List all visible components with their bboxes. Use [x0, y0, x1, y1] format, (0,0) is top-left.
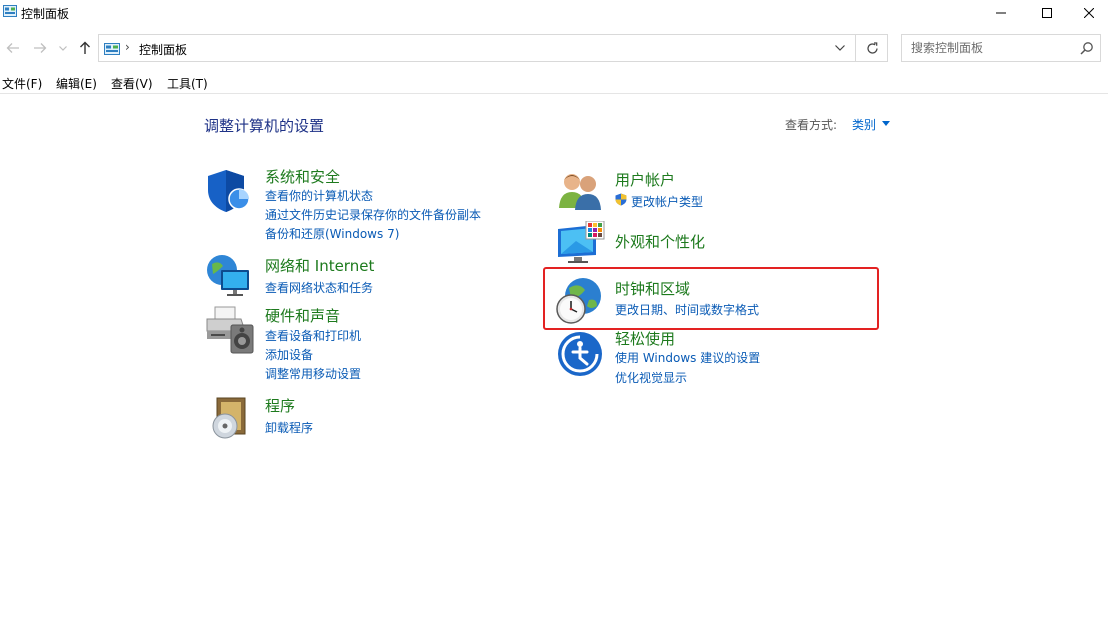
- shield-icon[interactable]: [206, 168, 252, 214]
- address-dropdown-button[interactable]: [829, 36, 851, 60]
- highlight-box: [543, 267, 879, 330]
- menu-edit[interactable]: 编辑(E): [56, 75, 97, 92]
- navigation-bar: › 控制面板: [0, 30, 1108, 66]
- link-optimize-visual-display[interactable]: 优化视觉显示: [615, 369, 687, 386]
- maximize-button[interactable]: [1024, 0, 1070, 26]
- arrow-up-icon: [80, 41, 90, 54]
- category-system-security[interactable]: 系统和安全: [265, 166, 340, 187]
- forward-button[interactable]: [30, 38, 50, 58]
- link-view-computer-status[interactable]: 查看你的计算机状态: [265, 187, 373, 204]
- close-button[interactable]: [1070, 0, 1108, 26]
- category-network-internet[interactable]: 网络和 Internet: [265, 255, 374, 276]
- divider: [855, 35, 856, 61]
- link-backup-restore[interactable]: 备份和还原(Windows 7): [265, 225, 399, 242]
- view-by-dropdown[interactable]: 类别: [852, 116, 876, 133]
- refresh-icon: [866, 41, 878, 54]
- uac-shield-icon: [615, 193, 627, 206]
- network-globe-icon[interactable]: [205, 252, 253, 298]
- control-panel-icon: [104, 43, 120, 55]
- minimize-button[interactable]: [978, 0, 1024, 26]
- page-title: 调整计算机的设置: [204, 117, 325, 135]
- link-file-history-backup[interactable]: 通过文件历史记录保存你的文件备份副本: [265, 206, 481, 223]
- search-icon[interactable]: [1080, 41, 1094, 55]
- monitor-palette-icon[interactable]: [556, 221, 606, 265]
- category-programs[interactable]: 程序: [265, 395, 295, 416]
- link-uninstall-program[interactable]: 卸载程序: [265, 419, 313, 436]
- category-ease-of-access[interactable]: 轻松使用: [615, 328, 675, 349]
- menu-tools[interactable]: 工具(T): [167, 75, 208, 92]
- printer-speaker-icon[interactable]: [205, 305, 255, 355]
- link-change-account-type[interactable]: 更改帐户类型: [631, 193, 703, 210]
- minimize-icon: [996, 12, 1006, 14]
- link-add-device[interactable]: 添加设备: [265, 346, 313, 363]
- category-user-accounts[interactable]: 用户帐户: [615, 169, 675, 190]
- chevron-down-icon: [835, 45, 845, 51]
- window-title: 控制面板: [21, 7, 70, 21]
- breadcrumb-separator-icon[interactable]: ›: [125, 40, 130, 54]
- refresh-button[interactable]: [859, 36, 885, 60]
- users-icon[interactable]: [558, 170, 604, 212]
- menu-file[interactable]: 文件(F): [2, 75, 42, 92]
- menu-view[interactable]: 查看(V): [111, 75, 153, 92]
- programs-disc-icon[interactable]: [211, 396, 249, 440]
- arrow-right-icon: [34, 43, 47, 53]
- view-by-label: 查看方式:: [785, 118, 838, 132]
- maximize-icon: [1042, 8, 1052, 18]
- search-box[interactable]: [901, 34, 1101, 62]
- up-button[interactable]: [75, 38, 95, 58]
- category-appearance-personalization[interactable]: 外观和个性化: [615, 231, 705, 252]
- dropdown-arrow-icon[interactable]: [882, 121, 890, 126]
- link-mobility-settings[interactable]: 调整常用移动设置: [265, 365, 361, 382]
- control-panel-icon: [3, 5, 17, 17]
- search-input[interactable]: [903, 36, 1073, 60]
- link-devices-printers[interactable]: 查看设备和打印机: [265, 327, 361, 344]
- link-network-status[interactable]: 查看网络状态和任务: [265, 279, 373, 296]
- back-button[interactable]: [3, 38, 23, 58]
- arrow-left-icon: [6, 43, 19, 53]
- chevron-down-icon: [59, 45, 67, 51]
- menu-bar: 文件(F) 编辑(E) 查看(V) 工具(T): [0, 72, 1108, 94]
- recent-locations-button[interactable]: [56, 38, 70, 58]
- close-icon: [1084, 8, 1094, 18]
- category-hardware-sound[interactable]: 硬件和声音: [265, 305, 340, 326]
- accessibility-icon[interactable]: [556, 330, 604, 378]
- link-windows-recommended-settings[interactable]: 使用 Windows 建议的设置: [615, 349, 760, 366]
- address-bar[interactable]: › 控制面板: [98, 34, 888, 62]
- title-bar: 控制面板: [0, 0, 1108, 26]
- breadcrumb[interactable]: 控制面板: [139, 41, 187, 58]
